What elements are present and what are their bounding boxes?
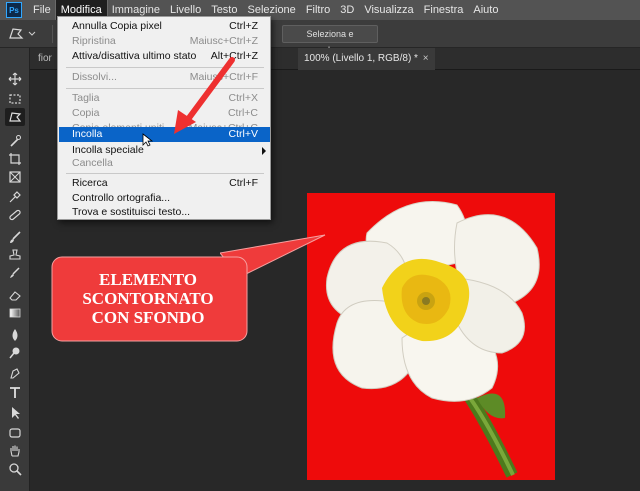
pen-icon[interactable] xyxy=(5,364,25,382)
tab-document-fiore[interactable]: fior xyxy=(38,48,52,70)
menu-item-taglia[interactable]: Taglia Ctrl+X xyxy=(59,91,270,106)
menu-item-controllo-ortografia[interactable]: Controllo ortografia... xyxy=(59,191,270,206)
eraser-icon[interactable] xyxy=(5,286,25,304)
menu-visualizza[interactable]: Visualizza xyxy=(359,0,418,20)
select-and-mask-button[interactable]: Seleziona e maschera... xyxy=(282,25,378,55)
modifica-dropdown-menu: Annulla Copia pixel Ctrl+Z Ripristina Ma… xyxy=(57,16,271,220)
callout-line-3: CON SFONDO xyxy=(91,308,205,327)
zoom-icon[interactable] xyxy=(5,460,25,478)
menu-separator xyxy=(66,88,264,89)
menu-item-annulla[interactable]: Annulla Copia pixel Ctrl+Z xyxy=(59,19,270,34)
path-select-icon[interactable] xyxy=(5,404,25,422)
menu-filtro[interactable]: Filtro xyxy=(301,0,335,20)
menu-item-copia[interactable]: Copia Ctrl+C xyxy=(59,106,270,121)
callout-text: ELEMENTO SCONTORNATO CON SFONDO xyxy=(63,270,233,327)
menu-aiuto[interactable]: Aiuto xyxy=(468,0,503,20)
callout-line-2: SCONTORNATO xyxy=(82,289,214,308)
hand-icon[interactable] xyxy=(5,442,25,460)
mouse-cursor-icon xyxy=(142,133,154,147)
menu-separator xyxy=(66,67,264,68)
marquee-icon[interactable] xyxy=(5,90,25,108)
callout-bubble: ELEMENTO SCONTORNATO CON SFONDO xyxy=(51,256,248,342)
menu-item-dissolvi[interactable]: Dissolvi... Maiusc+Ctrl+F xyxy=(59,70,270,85)
callout-line-1: ELEMENTO xyxy=(99,270,197,289)
move-icon[interactable] xyxy=(5,70,25,88)
blur-icon[interactable] xyxy=(5,326,25,344)
options-divider xyxy=(52,25,53,43)
type-icon[interactable] xyxy=(5,384,25,402)
brush-icon[interactable] xyxy=(5,228,25,246)
shape-icon[interactable] xyxy=(5,424,25,442)
menu-item-ricerca[interactable]: Ricerca Ctrl+F xyxy=(59,176,270,191)
menu-separator xyxy=(66,173,264,174)
gradient-icon[interactable] xyxy=(5,304,25,322)
tool-preset-picker[interactable] xyxy=(8,25,48,43)
crop-icon[interactable] xyxy=(5,150,25,168)
quick-select-icon[interactable] xyxy=(5,132,25,150)
menu-item-cancella[interactable]: Cancella xyxy=(59,156,270,171)
healing-icon[interactable] xyxy=(5,206,25,224)
menu-item-ripristina[interactable]: Ripristina Maiusc+Ctrl+Z xyxy=(59,34,270,49)
document-canvas[interactable] xyxy=(307,193,555,480)
tab-active-label: 100% (Livello 1, RGB/8) * xyxy=(304,53,418,64)
submenu-arrow-icon xyxy=(262,147,266,155)
menu-finestra[interactable]: Finestra xyxy=(419,0,469,20)
tab-active-document[interactable]: 100% (Livello 1, RGB/8) * × xyxy=(298,48,435,70)
photoshop-logo: Ps xyxy=(6,2,22,18)
lasso-icon[interactable] xyxy=(5,108,25,126)
menu-item-attiva-disattiva[interactable]: Attiva/disattiva ultimo stato Alt+Ctrl+Z xyxy=(59,49,270,64)
tools-panel xyxy=(0,48,30,491)
dodge-icon[interactable] xyxy=(5,344,25,362)
close-icon[interactable]: × xyxy=(423,53,429,64)
menu-item-incolla[interactable]: Incolla Ctrl+V xyxy=(59,127,270,142)
stamp-icon[interactable] xyxy=(5,246,25,264)
eyedropper-icon[interactable] xyxy=(5,188,25,206)
history-brush-icon[interactable] xyxy=(5,264,25,282)
flower-image xyxy=(325,201,540,478)
menu-item-trova-sostituisci[interactable]: Trova e sostituisci testo... xyxy=(59,205,270,220)
frame-icon[interactable] xyxy=(5,168,25,186)
chevron-down-icon xyxy=(28,31,36,36)
polygonal-lasso-icon xyxy=(9,28,24,39)
menu-file[interactable]: File xyxy=(28,0,56,20)
menu-3d[interactable]: 3D xyxy=(335,0,359,20)
